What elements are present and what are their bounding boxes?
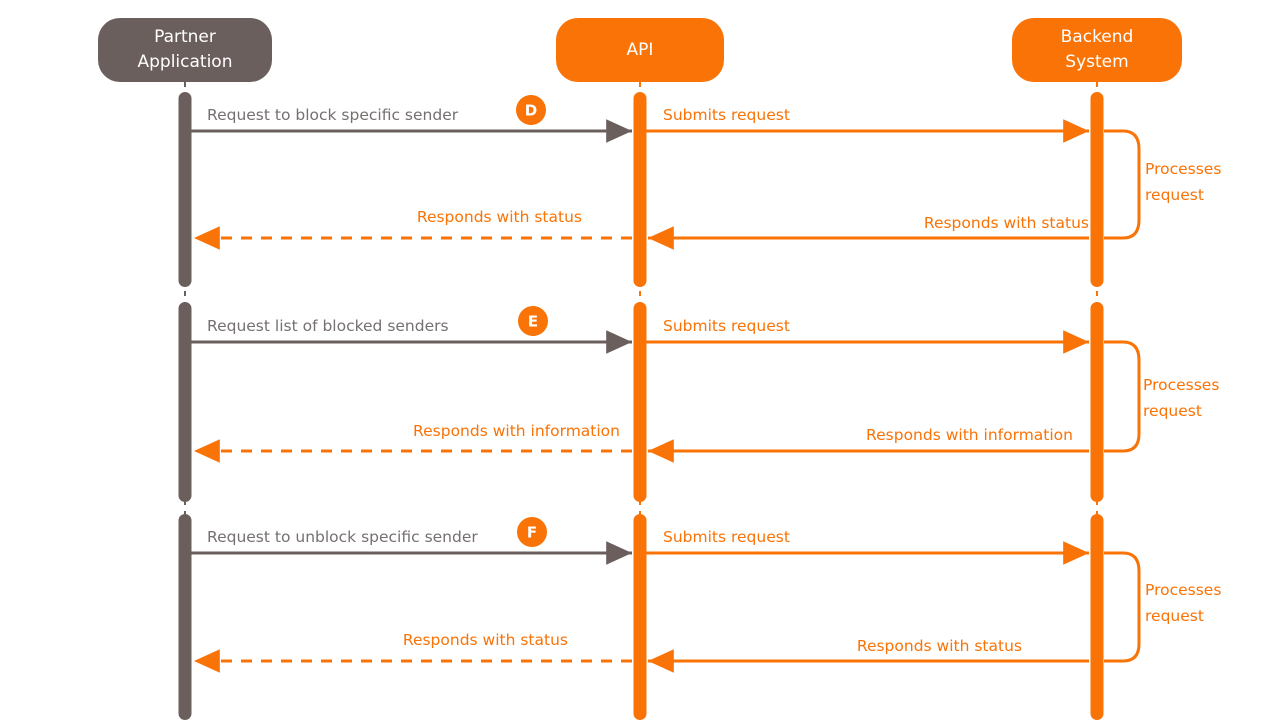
actor-backend-label-line2: System bbox=[1065, 52, 1128, 72]
label-response-backend-to-api-2: Responds with information bbox=[866, 426, 1073, 444]
interaction-block-D: Request to block specific sender D Submi… bbox=[186, 95, 1221, 250]
label-response-api-to-partner-2: Responds with information bbox=[413, 422, 620, 440]
activation-api-3 bbox=[633, 514, 647, 720]
label-request-api-to-backend-1: Submits request bbox=[663, 106, 790, 124]
activation-api-2 bbox=[633, 302, 647, 502]
label-request-partner-to-api-2: Request list of blocked senders bbox=[207, 317, 449, 335]
sequence-diagram: Request to block specific sender D Submi… bbox=[0, 0, 1280, 720]
interaction-block-F: Request to unblock specific sender F Sub… bbox=[186, 517, 1221, 673]
note-backend-processes-2-line2: request bbox=[1143, 402, 1202, 420]
label-response-backend-to-api-1: Responds with status bbox=[924, 214, 1089, 232]
activation-bars bbox=[178, 92, 1104, 720]
note-backend-processes-3-line2: request bbox=[1145, 607, 1204, 625]
activation-backend-3 bbox=[1090, 514, 1104, 720]
label-response-backend-to-api-3: Responds with status bbox=[857, 637, 1022, 655]
badge-label-F: F bbox=[527, 524, 537, 542]
note-backend-processes-1-line1: Processes bbox=[1145, 160, 1221, 178]
activation-backend-2 bbox=[1090, 302, 1104, 502]
badge-label-E: E bbox=[528, 313, 538, 331]
diagram-canvas: Request to block specific sender D Submi… bbox=[98, 18, 1221, 720]
label-response-api-to-partner-3: Responds with status bbox=[403, 631, 568, 649]
activation-partner-2 bbox=[178, 302, 192, 502]
actor-api[interactable]: API bbox=[556, 18, 724, 82]
note-backend-processes-2-line1: Processes bbox=[1143, 376, 1219, 394]
label-request-api-to-backend-2: Submits request bbox=[663, 317, 790, 335]
activation-backend-1 bbox=[1090, 92, 1104, 287]
self-loop-backend-1 bbox=[1104, 129, 1141, 240]
actor-backend-label-line1: Backend bbox=[1061, 27, 1134, 47]
label-response-api-to-partner-1: Responds with status bbox=[417, 208, 582, 226]
interaction-block-E: Request list of blocked senders E Submit… bbox=[186, 306, 1219, 463]
actor-api-label: API bbox=[627, 40, 654, 60]
note-backend-processes-1-line2: request bbox=[1145, 186, 1204, 204]
label-request-partner-to-api-3: Request to unblock specific sender bbox=[207, 528, 478, 546]
activation-partner-3 bbox=[178, 514, 192, 720]
badge-label-D: D bbox=[525, 102, 537, 120]
note-backend-processes-3-line1: Processes bbox=[1145, 581, 1221, 599]
self-loop-backend-2 bbox=[1104, 340, 1141, 453]
label-request-api-to-backend-3: Submits request bbox=[663, 528, 790, 546]
self-loop-backend-3 bbox=[1104, 551, 1141, 663]
actor-partner-label-line2: Application bbox=[138, 52, 233, 72]
actor-partner[interactable]: Partner Application bbox=[98, 18, 272, 82]
label-request-partner-to-api-1: Request to block specific sender bbox=[207, 106, 459, 124]
actor-backend[interactable]: Backend System bbox=[1012, 18, 1182, 82]
actor-partner-label-line1: Partner bbox=[154, 27, 216, 47]
activation-api-1 bbox=[633, 92, 647, 287]
activation-partner-1 bbox=[178, 92, 192, 287]
